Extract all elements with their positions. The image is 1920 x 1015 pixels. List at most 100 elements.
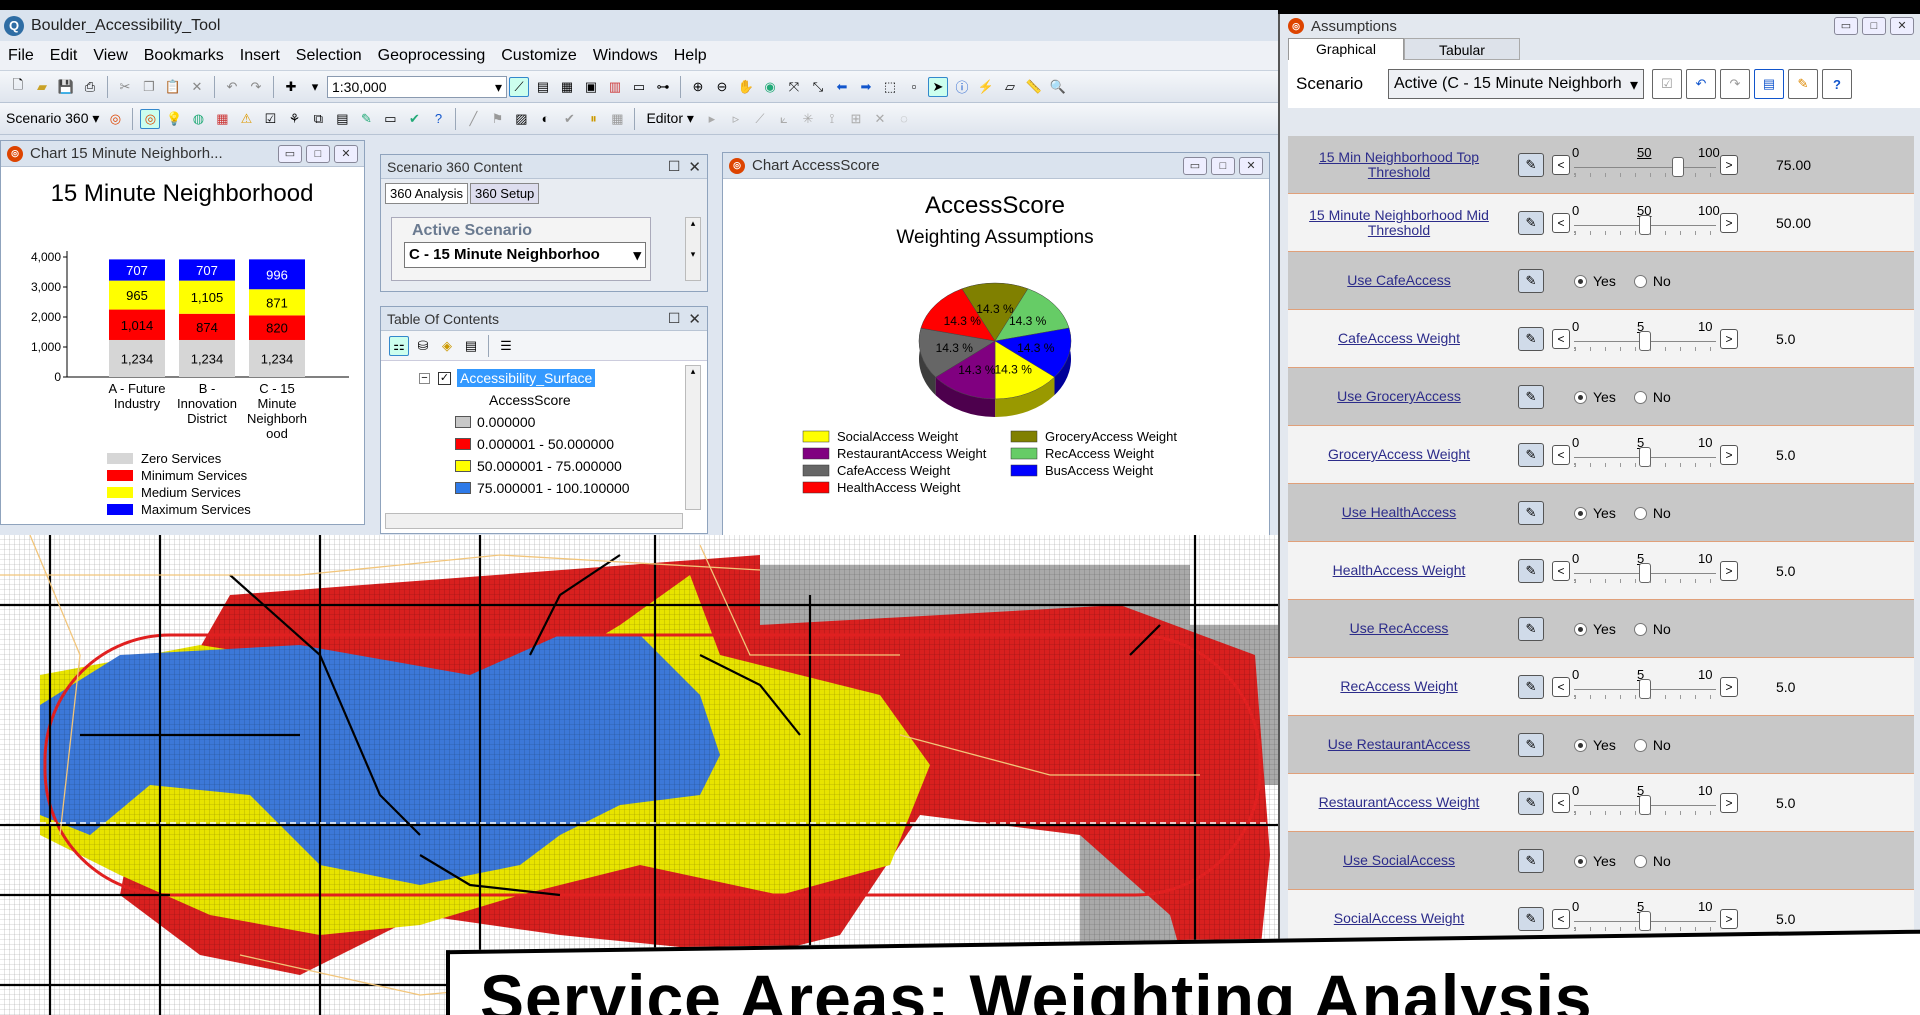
scenario-dropdown[interactable]: Active (C - 15 Minute Neighborh ▾ [1388,69,1644,99]
print-icon[interactable]: ⎙ [80,77,100,97]
yes-radio[interactable]: Yes [1574,273,1616,289]
layers-icon[interactable]: ⧉ [308,109,328,129]
undo-icon[interactable]: ↶ [222,77,242,97]
no-radio[interactable]: No [1633,389,1671,405]
open-folder-icon[interactable]: ▰ [32,77,52,97]
assumption-label[interactable]: Use RecAccess [1288,621,1510,636]
menu-item-bookmarks[interactable]: Bookmarks [144,47,224,65]
yes-radio[interactable]: Yes [1574,505,1616,521]
image-icon[interactable]: ▨ [511,109,531,129]
full-extent-icon[interactable]: ◉ [760,77,780,97]
list-by-drawing-order-icon[interactable]: ⚏ [389,335,409,356]
redo-icon[interactable]: ↷ [246,77,266,97]
float-window-icon[interactable]: ☐ [668,310,681,327]
maximize-button[interactable]: □ [1211,156,1235,175]
assumption-label[interactable]: CafeAccess Weight [1288,331,1510,346]
scenario-360-menu[interactable]: Scenario 360 ▾ [6,110,99,127]
redo-icon[interactable]: ↷ [1720,69,1750,99]
trace-icon[interactable]: ◌ [894,109,914,129]
assumption-label[interactable]: Use CafeAccess [1288,273,1510,288]
close-button[interactable]: ✕ [1890,17,1914,35]
list-by-visibility-icon[interactable]: ◈ [437,336,457,356]
yes-radio[interactable]: Yes [1574,389,1616,405]
assumption-label[interactable]: Use SocialAccess [1288,853,1510,868]
assumption-label[interactable]: Use RestaurantAccess [1288,737,1510,752]
pause-icon[interactable]: ⏸ [583,109,603,129]
value-slider[interactable]: 0 5 10 [1570,319,1720,359]
assumption-label[interactable]: Use HealthAccess [1288,505,1510,520]
edit-assumption-icon[interactable]: ✎ [1518,500,1544,525]
menu-item-selection[interactable]: Selection [296,47,362,65]
globe-icon[interactable]: ◐ [535,109,555,129]
slider-thumb[interactable] [1671,156,1684,177]
edit-assumption-icon[interactable]: ✎ [1518,558,1544,583]
slider-thumb[interactable] [1639,910,1651,931]
zoom-out-icon[interactable]: ⊖ [712,77,732,97]
save-icon[interactable]: 💾 [56,77,76,97]
cut-icon[interactable]: ✂ [115,77,135,97]
menu-item-windows[interactable]: Windows [593,47,658,65]
select-elements-icon[interactable]: ➤ [928,76,948,97]
select-features-icon[interactable]: ⬚ [880,77,900,97]
value-slider[interactable]: 0 5 10 [1570,667,1720,707]
table-icon[interactable]: ▤ [332,109,352,129]
edit-assumption-icon[interactable]: ✎ [1518,268,1544,293]
arctoolbox-icon[interactable]: ▥ [605,77,625,97]
indicator-icon[interactable]: ◍ [188,109,208,129]
paste-icon[interactable]: 📋 [163,77,183,97]
value-slider[interactable]: 0 50 100 [1570,203,1720,243]
attributes-icon[interactable]: ⊞ [846,109,866,129]
edit-assumption-icon[interactable]: ✎ [1518,616,1544,641]
decrement-button[interactable]: < [1552,212,1570,233]
minimize-button[interactable]: ▭ [1834,17,1858,35]
delete-vertex-icon[interactable]: ✕ [870,109,890,129]
check-icon[interactable]: ✔ [404,109,424,129]
edit-assumption-icon[interactable]: ✎ [1518,442,1544,467]
active-scenario-dropdown[interactable]: C - 15 Minute Neighborhoo ▾ [404,242,646,268]
split-icon[interactable]: ✳ [798,109,818,129]
edit-tool-icon[interactable]: ▸ [702,109,722,129]
increment-button[interactable]: > [1720,908,1738,929]
menu-item-edit[interactable]: Edit [50,47,78,65]
increment-button[interactable]: > [1720,792,1738,813]
value-slider[interactable]: 0 5 10 [1570,783,1720,823]
scenario-scrollbar[interactable]: ▴ ▾ [685,217,701,281]
help-icon[interactable]: ? [1822,69,1852,99]
assumption-label[interactable]: 15 Min Neighborhood Top Threshold [1288,149,1510,180]
decrement-button[interactable]: < [1552,444,1570,465]
no-radio[interactable]: No [1633,273,1671,289]
value-slider[interactable]: 0 5 10 [1570,435,1720,475]
highlight-icon[interactable]: ✎ [1788,69,1818,99]
undo-icon[interactable]: ↶ [1686,69,1716,99]
find-icon[interactable]: 🔍 [1048,77,1068,97]
copy-icon[interactable]: ❐ [139,77,159,97]
assumption-label[interactable]: SocialAccess Weight [1288,911,1510,926]
toc-vertical-scrollbar[interactable]: ▴ [685,365,701,510]
edit-assumption-icon[interactable]: ✎ [1518,732,1544,757]
decrement-button[interactable]: < [1552,154,1570,175]
warning-icon[interactable]: ⚠ [236,109,256,129]
decrement-button[interactable]: < [1552,676,1570,697]
slider-thumb[interactable] [1639,214,1651,235]
menu-item-view[interactable]: View [93,47,127,65]
straight-segment-icon[interactable]: ⟋ [750,109,770,129]
options-icon[interactable]: ☰ [496,336,516,356]
layer-name[interactable]: Accessibility_Surface [457,369,596,387]
edit-assumption-icon[interactable]: ✎ [1518,674,1544,699]
legend-class-row[interactable]: 0.000000 [419,411,630,433]
minimize-button[interactable]: ▭ [1183,156,1207,175]
menu-item-geoprocessing[interactable]: Geoprocessing [378,47,486,65]
list-by-source-icon[interactable]: ⛁ [413,336,433,356]
assumption-label[interactable]: 15 Minute Neighborhood Mid Threshold [1288,207,1510,238]
menu-item-file[interactable]: File [8,47,34,65]
value-slider[interactable]: 0 5 10 [1570,551,1720,591]
legend-class-row[interactable]: 75.000001 - 100.100000 [419,477,630,499]
slider-thumb[interactable] [1639,678,1651,699]
decrement-button[interactable]: < [1552,328,1570,349]
new-file-icon[interactable]: 🗋 [8,77,28,97]
dropdown-arrow-icon[interactable]: ▾ [305,77,325,97]
increment-button[interactable]: > [1720,154,1738,175]
edit-assumption-icon[interactable]: ✎ [1518,384,1544,409]
hyperlink-icon[interactable]: ⚡ [976,77,996,97]
slider-thumb[interactable] [1639,330,1651,351]
